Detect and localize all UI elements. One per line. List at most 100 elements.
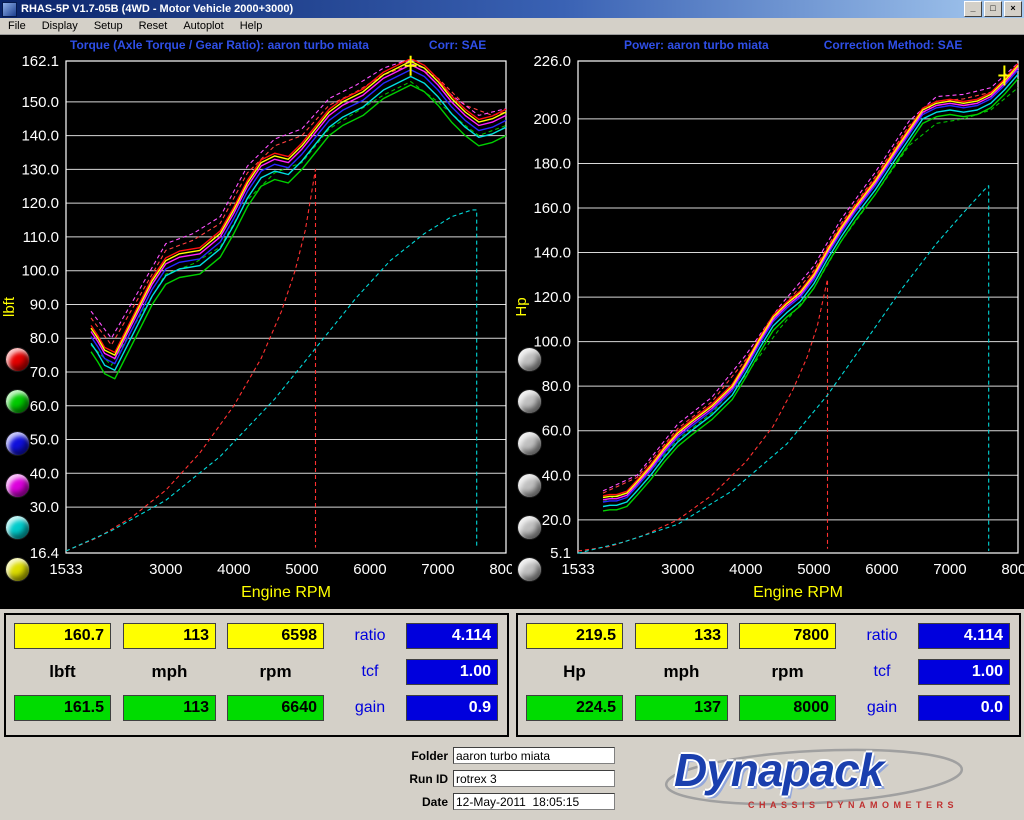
power-cursor-value-box: 219.5 (526, 623, 623, 649)
date-label: Date (402, 795, 448, 809)
torque-unit-label: lbft (14, 659, 111, 685)
torque-ratio-label: ratio (340, 623, 400, 649)
torque-chart[interactable]: 162.1150.0140.0130.0120.0110.0100.090.08… (0, 55, 512, 609)
window-title: RHAS-5P V1.7-05B (4WD - Motor Vehicle 20… (21, 3, 960, 15)
svg-text:150.0: 150.0 (21, 94, 59, 111)
run-button-cyan[interactable] (5, 515, 30, 540)
chart-region: Torque (Axle Torque / Gear Ratio): aaron… (0, 35, 1024, 609)
run-button-yellow[interactable] (5, 557, 30, 582)
svg-text:90.0: 90.0 (30, 296, 59, 313)
run-button-1[interactable] (517, 347, 542, 372)
svg-text:80.0: 80.0 (542, 378, 571, 395)
power-chart-title: Power: aaron turbo miata (624, 38, 769, 52)
power-tcf-value-box: 1.00 (918, 659, 1010, 685)
svg-text:7000: 7000 (933, 561, 966, 578)
torque-run-select-column (5, 347, 30, 582)
svg-text:1533: 1533 (49, 561, 82, 578)
torque-ratio-value-box: 4.114 (406, 623, 498, 649)
torque-chart-panel: Torque (Axle Torque / Gear Ratio): aaron… (0, 35, 512, 609)
power-peak-value-box: 224.5 (526, 695, 623, 721)
svg-text:8000: 8000 (489, 561, 512, 578)
svg-text:40.0: 40.0 (542, 467, 571, 484)
power-chart[interactable]: 226.0200.0180.0160.0140.0120.0100.080.06… (512, 55, 1024, 609)
torque-rpm-unit-label: rpm (227, 659, 324, 685)
torque-cursor-rpm-box: 6598 (227, 623, 324, 649)
window-controls: _ □ × (964, 1, 1022, 17)
menu-item-autoplot[interactable]: Autoplot (175, 19, 231, 33)
power-peak-rpm-box: 8000 (739, 695, 836, 721)
maximize-button[interactable]: □ (984, 1, 1002, 17)
menu-item-help[interactable]: Help (232, 19, 271, 33)
run-button-5[interactable] (517, 515, 542, 540)
run-button-red[interactable] (5, 347, 30, 372)
svg-text:7000: 7000 (421, 561, 454, 578)
torque-peak-value-box: 161.5 (14, 695, 111, 721)
power-cursor-speed-box: 133 (635, 623, 728, 649)
svg-text:6000: 6000 (865, 561, 898, 578)
power-rpm-unit-label: rpm (739, 659, 836, 685)
logo-wordmark: Dynapack (674, 743, 883, 797)
power-gain-label: gain (852, 695, 912, 721)
torque-speed-unit-label: mph (123, 659, 216, 685)
run-button-2[interactable] (517, 389, 542, 414)
power-gain-value-box: 0.0 (918, 695, 1010, 721)
svg-text:100.0: 100.0 (21, 263, 59, 280)
svg-text:160.0: 160.0 (533, 200, 571, 217)
svg-text:162.1: 162.1 (21, 55, 59, 70)
svg-text:6000: 6000 (353, 561, 386, 578)
svg-text:4000: 4000 (729, 561, 762, 578)
svg-text:120.0: 120.0 (533, 289, 571, 306)
menu-item-file[interactable]: File (0, 19, 34, 33)
run-button-6[interactable] (517, 557, 542, 582)
svg-text:180.0: 180.0 (533, 155, 571, 172)
power-ratio-value-box: 4.114 (918, 623, 1010, 649)
svg-text:1533: 1533 (561, 561, 594, 578)
svg-text:40.0: 40.0 (30, 465, 59, 482)
torque-peak-speed-box: 113 (123, 695, 216, 721)
svg-text:60.0: 60.0 (542, 423, 571, 440)
torque-readout-panel: 160.7 113 6598 ratio 4.114 lbft mph rpm … (4, 613, 509, 737)
svg-text:5000: 5000 (797, 561, 830, 578)
run-id-label: Run ID (402, 772, 448, 786)
run-button-3[interactable] (517, 431, 542, 456)
menu-bar: File Display Setup Reset Autoplot Help (0, 18, 1024, 35)
torque-gain-value-box: 0.9 (406, 695, 498, 721)
torque-correction-label: Corr: SAE (429, 38, 486, 52)
svg-text:70.0: 70.0 (30, 364, 59, 381)
menu-item-display[interactable]: Display (34, 19, 86, 33)
torque-chart-title: Torque (Axle Torque / Gear Ratio): aaron… (70, 38, 369, 52)
run-info-fields: Folder Run ID Date (402, 747, 615, 816)
folder-input[interactable] (453, 747, 615, 764)
torque-cursor-speed-box: 113 (123, 623, 216, 649)
run-button-4[interactable] (517, 473, 542, 498)
folder-field-row: Folder (402, 747, 615, 764)
svg-text:30.0: 30.0 (30, 499, 59, 516)
run-id-input[interactable] (453, 770, 615, 787)
minimize-button[interactable]: _ (964, 1, 982, 17)
power-run-select-column (517, 347, 542, 582)
power-unit-label: Hp (526, 659, 623, 685)
power-chart-panel: Power: aaron turbo miata Correction Meth… (512, 35, 1024, 609)
run-button-green[interactable] (5, 389, 30, 414)
menu-item-reset[interactable]: Reset (131, 19, 176, 33)
svg-text:80.0: 80.0 (30, 330, 59, 347)
app-window: RHAS-5P V1.7-05B (4WD - Motor Vehicle 20… (0, 0, 1024, 820)
title-bar[interactable]: RHAS-5P V1.7-05B (4WD - Motor Vehicle 20… (0, 0, 1024, 18)
torque-chart-header: Torque (Axle Torque / Gear Ratio): aaron… (0, 35, 512, 55)
svg-text:8000: 8000 (1001, 561, 1024, 578)
date-input[interactable] (453, 793, 615, 810)
run-button-blue[interactable] (5, 431, 30, 456)
svg-text:130.0: 130.0 (21, 161, 59, 178)
menu-item-setup[interactable]: Setup (86, 19, 131, 33)
power-chart-header: Power: aaron turbo miata Correction Meth… (512, 35, 1024, 55)
torque-tcf-value-box: 1.00 (406, 659, 498, 685)
svg-text:3000: 3000 (149, 561, 182, 578)
close-button[interactable]: × (1004, 1, 1022, 17)
torque-peak-rpm-box: 6640 (227, 695, 324, 721)
folder-label: Folder (402, 749, 448, 763)
run-button-magenta[interactable] (5, 473, 30, 498)
power-peak-speed-box: 137 (635, 695, 728, 721)
footer: Folder Run ID Date Dynapack CHASSIS DYNA… (0, 737, 1024, 820)
svg-text:Engine RPM: Engine RPM (241, 584, 331, 601)
svg-text:120.0: 120.0 (21, 195, 59, 212)
